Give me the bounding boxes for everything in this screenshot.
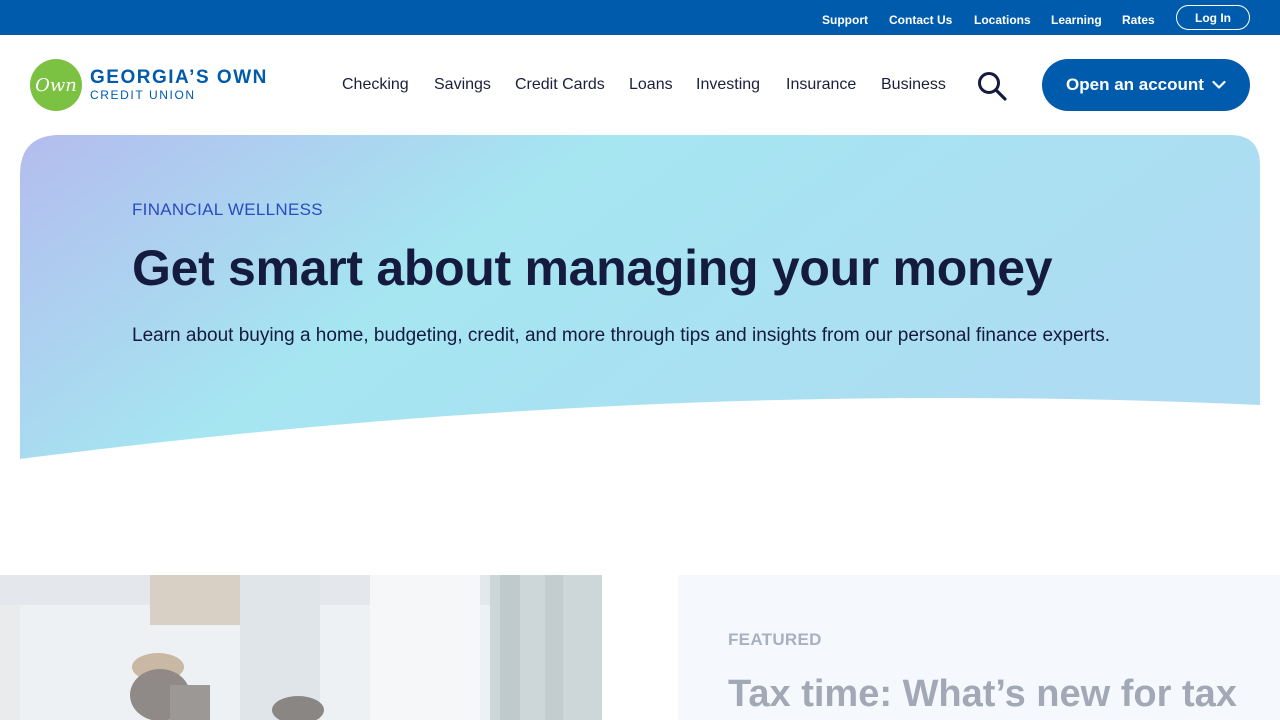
hero-wave-background [20,135,1260,459]
nav-item-checking[interactable]: Checking [342,76,409,94]
utility-link-contact-us[interactable]: Contact Us [889,13,952,27]
hero-description: Learn about buying a home, budgeting, cr… [132,325,1111,346]
hero-title: Get smart about managing your money [132,240,1053,296]
search-button[interactable] [976,70,1008,102]
utility-link-locations[interactable]: Locations [974,13,1031,27]
nav-item-credit-cards[interactable]: Credit Cards [515,76,605,94]
featured-label: FEATURED [728,630,822,649]
utility-link-support[interactable]: Support [822,13,868,27]
featured-title[interactable]: Tax time: What’s new for tax [728,673,1237,716]
hero-banner: FINANCIAL WELLNESS Get smart about manag… [20,135,1260,460]
logo-mark: Own [30,59,82,111]
featured-article-image[interactable] [0,575,602,720]
logo-wordmark: GEORGIA’S OWN CREDIT UNION [90,67,268,103]
utility-bar: Support Contact Us Locations Learning Ra… [0,0,1280,35]
chevron-down-icon [1212,80,1226,89]
georgias-own-logo[interactable]: Own GEORGIA’S OWN CREDIT UNION [30,59,268,111]
nav-item-investing[interactable]: Investing [696,76,760,94]
open-account-label: Open an account [1066,75,1204,94]
search-icon [978,72,1007,101]
utility-link-rates[interactable]: Rates [1122,13,1155,27]
logo-line-1: GEORGIA’S OWN [90,67,268,88]
nav-item-insurance[interactable]: Insurance [786,76,856,94]
nav-item-business[interactable]: Business [881,76,946,94]
nav-item-loans[interactable]: Loans [629,76,673,94]
open-account-button[interactable]: Open an account [1042,59,1250,111]
main-header: Own GEORGIA’S OWN CREDIT UNION Checking … [0,35,1280,135]
featured-photo [0,575,602,720]
hero-eyebrow: FINANCIAL WELLNESS [132,200,323,219]
nav-item-savings[interactable]: Savings [434,76,491,94]
logo-line-2: CREDIT UNION [90,88,196,102]
featured-article-card[interactable]: FEATURED Tax time: What’s new for tax [678,575,1280,720]
utility-link-learning[interactable]: Learning [1051,13,1102,27]
login-button[interactable]: Log In [1176,5,1250,30]
